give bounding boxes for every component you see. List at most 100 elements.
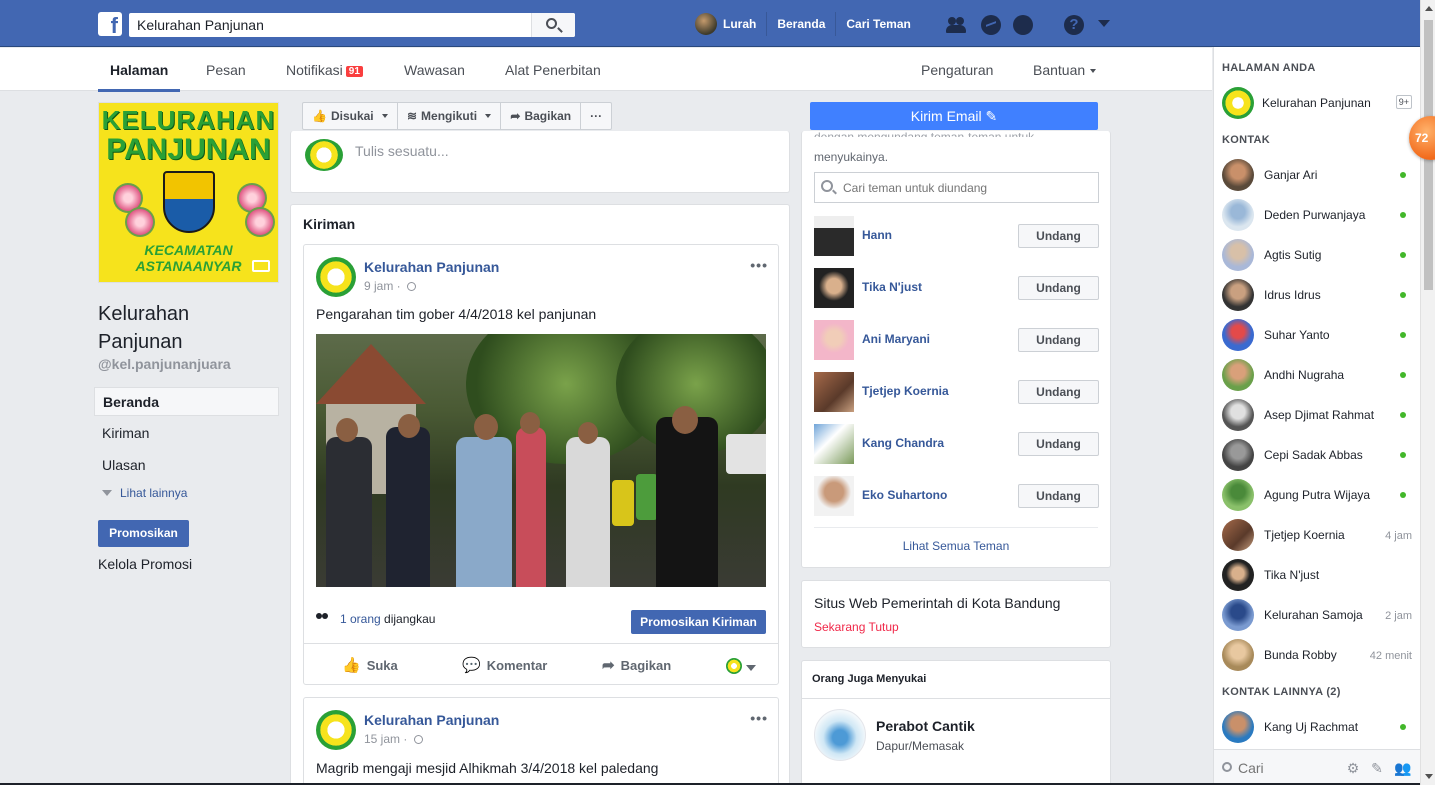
left-nav-beranda[interactable]: Beranda [94, 387, 279, 416]
tab-halaman[interactable]: Halaman [97, 62, 181, 92]
tab-notifikasi[interactable]: Notifikasi 91 [286, 62, 363, 78]
help-icon[interactable]: ? [1064, 15, 1084, 35]
invite-button[interactable]: Undang [1018, 276, 1099, 300]
post-author-name[interactable]: Kelurahan Panjunan [364, 259, 499, 275]
invite-search-input[interactable] [843, 173, 1093, 202]
friend-name[interactable]: Hann [862, 228, 892, 242]
friend-photo[interactable] [814, 268, 854, 308]
settings-link[interactable]: Pengaturan [921, 62, 993, 78]
chat-contact[interactable]: Agung Putra Wijaya [1222, 477, 1414, 513]
chat-contact[interactable]: Andhi Nugraha [1222, 357, 1414, 393]
more-options-button[interactable]: ··· [581, 103, 611, 129]
friend-photo[interactable] [814, 320, 854, 360]
chat-contact[interactable]: Asep Djimat Rahmat [1222, 397, 1414, 433]
promote-button[interactable]: Promosikan [98, 520, 189, 547]
friend-photo[interactable] [814, 424, 854, 464]
post-author-name[interactable]: Kelurahan Panjunan [364, 712, 499, 728]
invite-button[interactable]: Undang [1018, 380, 1099, 404]
unread-badge: 9+ [1395, 95, 1412, 109]
find-friends-link[interactable]: Cari Teman [836, 12, 920, 36]
friend-name[interactable]: Kang Chandra [862, 436, 944, 450]
friend-name[interactable]: Tjetjep Koernia [862, 384, 949, 398]
send-email-button[interactable]: Kirim Email ✎ [810, 102, 1098, 130]
share-page-button[interactable]: ➦ Bagikan [501, 103, 582, 129]
friend-photo[interactable] [814, 372, 854, 412]
manage-promotions-link[interactable]: Kelola Promosi [98, 556, 192, 572]
composer-input[interactable]: Tulis sesuatu... [355, 143, 449, 159]
suggested-page-photo[interactable] [814, 709, 866, 761]
chat-contact[interactable]: Tjetjep Koernia 4 jam [1222, 517, 1414, 553]
online-indicator [1400, 372, 1406, 378]
chat-contact[interactable]: Agtis Sutig [1222, 237, 1414, 273]
search-button[interactable] [531, 13, 575, 37]
user-avatar[interactable] [695, 13, 717, 35]
tab-wawasan[interactable]: Wawasan [404, 62, 465, 78]
caret-down-icon[interactable] [746, 665, 756, 671]
new-message-icon[interactable]: ✎ [1370, 761, 1384, 775]
page-profile-picture[interactable]: KELURAHAN PANJUNAN KECAMATAN ASTANAANYAR [98, 102, 279, 283]
post-timestamp[interactable]: 15 jam · [364, 732, 423, 746]
post-author-avatar[interactable] [316, 257, 356, 297]
chat-contact[interactable]: Tika N'just [1222, 557, 1414, 593]
chat-contact[interactable]: Suhar Yanto [1222, 317, 1414, 353]
liked-button[interactable]: 👍 Disukai [303, 103, 398, 129]
suggested-page-name[interactable]: Perabot Cantik [876, 718, 975, 734]
chat-contact[interactable]: Idrus Idrus [1222, 277, 1414, 313]
post-as-avatar[interactable] [726, 658, 742, 674]
invite-button[interactable]: Undang [1018, 328, 1099, 352]
friend-photo[interactable] [814, 476, 854, 516]
post-menu-button[interactable]: ••• [750, 257, 768, 273]
friend-name[interactable]: Tika N'just [862, 280, 922, 294]
open-status: Sekarang Tutup [814, 620, 899, 634]
post-photo[interactable] [316, 334, 766, 587]
chat-contact[interactable]: Kelurahan Samoja 2 jam [1222, 597, 1414, 633]
friend-name[interactable]: Ani Maryani [862, 332, 930, 346]
comment-button[interactable]: 💬 Komentar [462, 656, 547, 674]
see-more-link[interactable]: Lihat lainnya [102, 486, 187, 500]
promote-post-button[interactable]: Promosikan Kiriman [631, 610, 766, 634]
chat-contact[interactable]: Cepi Sadak Abbas [1222, 437, 1414, 473]
invite-button[interactable]: Undang [1018, 484, 1099, 508]
help-menu-label: Bantuan [1033, 62, 1086, 78]
post-menu-button[interactable]: ••• [750, 710, 768, 726]
friend-name[interactable]: Eko Suhartono [862, 488, 947, 502]
invite-button[interactable]: Undang [1018, 432, 1099, 456]
globe-icon[interactable] [1013, 15, 1033, 35]
new-group-icon[interactable]: 👥 [1394, 761, 1411, 775]
friends-icon[interactable] [946, 15, 966, 35]
invite-button[interactable]: Undang [1018, 224, 1099, 248]
chat-contact[interactable]: Ganjar Ari [1222, 157, 1414, 193]
chat-page-item[interactable]: Kelurahan Panjunan 9+ [1222, 85, 1414, 121]
facebook-logo-icon[interactable]: f [98, 12, 122, 36]
messenger-icon[interactable] [981, 15, 1001, 35]
share-button[interactable]: ➦ Bagikan [602, 656, 671, 674]
caret-down-icon[interactable] [1098, 20, 1110, 27]
tab-pesan[interactable]: Pesan [206, 62, 246, 78]
friend-photo[interactable] [814, 216, 854, 256]
tab-alat-penerbitan[interactable]: Alat Penerbitan [505, 62, 601, 78]
page-username[interactable]: @kel.panjunanjuara [98, 356, 231, 372]
chat-contact[interactable]: Deden Purwanjaya [1222, 197, 1414, 233]
left-nav-ulasan[interactable]: Ulasan [94, 451, 279, 480]
page-title[interactable]: Kelurahan Panjunan [98, 300, 278, 356]
photo-car [726, 434, 766, 474]
chat-contact[interactable]: Bunda Robby 42 menit [1222, 637, 1414, 673]
scroll-up-arrow-icon[interactable] [1425, 6, 1433, 11]
gear-icon[interactable]: ⚙ [1346, 761, 1360, 775]
scroll-down-arrow-icon[interactable] [1425, 774, 1433, 779]
profile-link[interactable]: Lurah [723, 12, 768, 36]
chat-contact[interactable]: Kang Uj Rachmat [1222, 709, 1414, 745]
search-input[interactable] [129, 13, 529, 37]
website-category[interactable]: Situs Web Pemerintah di Kota Bandung [814, 595, 1060, 611]
see-all-friends-link[interactable]: Lihat Semua Teman [802, 527, 1110, 553]
camera-icon[interactable] [252, 260, 270, 272]
post-author-avatar[interactable] [316, 710, 356, 750]
home-link[interactable]: Beranda [767, 12, 837, 36]
left-nav-kiriman[interactable]: Kiriman [94, 419, 279, 448]
like-button[interactable]: 👍 Suka [342, 656, 398, 674]
chat-search-input[interactable] [1238, 758, 1338, 778]
post-timestamp[interactable]: 9 jam · [364, 279, 417, 293]
help-menu[interactable]: Bantuan [1033, 62, 1097, 78]
reach-count-link[interactable]: 1 orang [340, 612, 381, 626]
following-button[interactable]: ≋ Mengikuti [398, 103, 502, 129]
